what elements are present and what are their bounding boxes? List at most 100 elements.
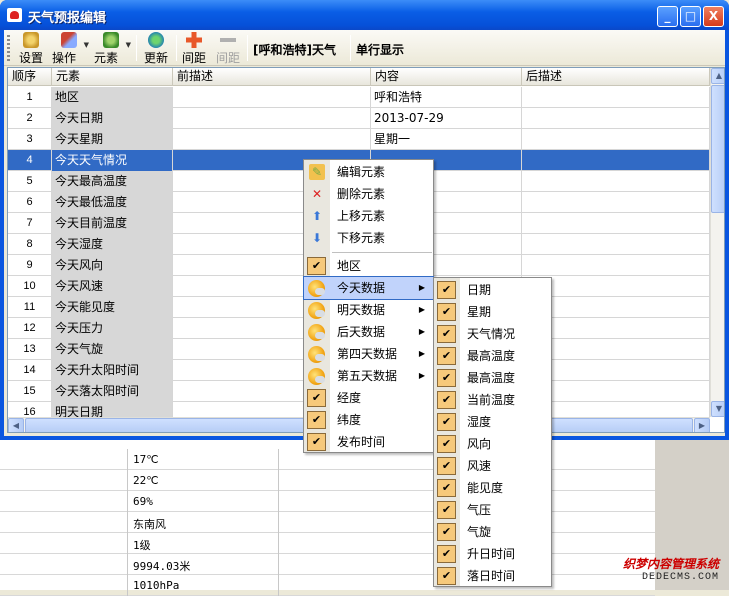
menu-item-day5-data[interactable]: 第五天数据 ▶ — [304, 365, 433, 387]
element-cell[interactable]: 今天升太阳时间 — [52, 360, 173, 381]
row-number-cell[interactable]: 14 — [8, 360, 52, 381]
element-cell[interactable]: 今天日期 — [52, 108, 173, 129]
bg-value: 东南风 — [133, 518, 166, 531]
settings-button[interactable]: 设置 — [18, 32, 44, 65]
suffix-cell[interactable] — [522, 108, 710, 129]
refresh-button[interactable]: 更新 — [142, 32, 170, 65]
suffix-cell[interactable] — [522, 87, 710, 108]
submenu-item[interactable]: ✔ 能见度 — [434, 477, 551, 499]
add-spacing-button[interactable]: 间距 — [180, 32, 208, 65]
row-number-cell[interactable]: 13 — [8, 339, 52, 360]
toolbar-grip-icon[interactable] — [7, 35, 10, 61]
row-number-cell[interactable]: 1 — [8, 87, 52, 108]
element-cell[interactable]: 地区 — [52, 87, 173, 108]
menu-item-today-data[interactable]: 今天数据 ▶ — [303, 276, 434, 300]
submenu-item[interactable]: ✔ 当前温度 — [434, 389, 551, 411]
menu-item-tomorrow-data[interactable]: 明天数据 ▶ — [304, 299, 433, 321]
submenu-item[interactable]: ✔ 风速 — [434, 455, 551, 477]
scroll-down-icon[interactable]: ▼ — [711, 401, 724, 417]
prefix-cell[interactable] — [173, 129, 371, 150]
suffix-cell[interactable] — [522, 171, 710, 192]
prefix-cell[interactable] — [173, 108, 371, 129]
element-cell[interactable]: 今天风速 — [52, 276, 173, 297]
menu-item-publish-time[interactable]: ✔ 发布时间 — [304, 431, 433, 453]
submenu-item[interactable]: ✔ 气压 — [434, 499, 551, 521]
scroll-left-icon[interactable]: ◀ — [8, 418, 24, 432]
column-header-prefix[interactable]: 前描述 — [173, 68, 371, 86]
menu-item-longitude[interactable]: ✔ 经度 — [304, 387, 433, 409]
submenu-item[interactable]: ✔ 日期 — [434, 279, 551, 301]
element-cell[interactable]: 今天最低温度 — [52, 192, 173, 213]
submenu-item[interactable]: ✔ 天气情况 — [434, 323, 551, 345]
row-number-cell[interactable]: 2 — [8, 108, 52, 129]
suffix-cell[interactable] — [522, 150, 710, 171]
prefix-cell[interactable] — [173, 87, 371, 108]
element-button[interactable]: 元素 ▼ — [92, 32, 131, 65]
maximize-button[interactable]: □ — [680, 6, 701, 27]
element-cell[interactable]: 今天能见度 — [52, 297, 173, 318]
table-row[interactable]: 1 地区 呼和浩特 — [8, 87, 710, 108]
menu-item-move-up[interactable]: ⬆ 上移元素 — [304, 205, 433, 227]
content-cell[interactable]: 呼和浩特 — [371, 87, 522, 108]
row-number-cell[interactable]: 15 — [8, 381, 52, 402]
row-number-cell[interactable]: 6 — [8, 192, 52, 213]
menu-item-delete-element[interactable]: ✕ 删除元素 — [304, 183, 433, 205]
submenu-item[interactable]: ✔ 升日时间 — [434, 543, 551, 565]
scroll-thumb[interactable] — [711, 85, 724, 213]
content-cell[interactable]: 2013-07-29 — [371, 108, 522, 129]
menu-item-day4-data[interactable]: 第四天数据 ▶ — [304, 343, 433, 365]
content-cell[interactable]: 星期一 — [371, 129, 522, 150]
row-number-cell[interactable]: 7 — [8, 213, 52, 234]
submenu-item[interactable]: ✔ 星期 — [434, 301, 551, 323]
column-header-order[interactable]: 顺序 — [8, 68, 52, 86]
element-cell[interactable]: 今天天气情况 — [52, 150, 173, 171]
submenu-item[interactable]: ✔ 落日时间 — [434, 565, 551, 587]
element-cell[interactable]: 今天目前温度 — [52, 213, 173, 234]
element-cell[interactable]: 今天压力 — [52, 318, 173, 339]
row-number-cell[interactable]: 10 — [8, 276, 52, 297]
row-number-cell[interactable]: 8 — [8, 234, 52, 255]
scroll-right-icon[interactable]: ▶ — [694, 418, 710, 432]
operate-button[interactable]: 操作 ▼ — [50, 32, 89, 65]
suffix-cell[interactable] — [522, 192, 710, 213]
close-button[interactable]: X — [703, 6, 724, 27]
suffix-cell[interactable] — [522, 234, 710, 255]
submenu-item[interactable]: ✔ 风向 — [434, 433, 551, 455]
table-row[interactable]: 3 今天星期 星期一 — [8, 129, 710, 150]
row-number-cell[interactable]: 9 — [8, 255, 52, 276]
submenu-item[interactable]: ✔ 气旋 — [434, 521, 551, 543]
submenu-item[interactable]: ✔ 最高温度 — [434, 367, 551, 389]
menu-item-move-down[interactable]: ⬇ 下移元素 — [304, 227, 433, 249]
minimize-button[interactable]: _ — [657, 6, 678, 27]
menu-item-day3-data[interactable]: 后天数据 ▶ — [304, 321, 433, 343]
row-number-cell[interactable]: 5 — [8, 171, 52, 192]
suffix-cell[interactable] — [522, 255, 710, 276]
single-line-toggle[interactable]: 单行显示 — [356, 41, 404, 58]
submenu-item[interactable]: ✔ 湿度 — [434, 411, 551, 433]
bg-value: 69% — [133, 495, 153, 508]
element-cell[interactable]: 今天落太阳时间 — [52, 381, 173, 402]
column-header-element[interactable]: 元素 — [52, 68, 173, 86]
row-number-cell[interactable]: 3 — [8, 129, 52, 150]
vertical-scrollbar[interactable]: ▲ ▼ — [710, 68, 724, 417]
column-header-content[interactable]: 内容 — [371, 68, 522, 86]
element-cell[interactable]: 今天星期 — [52, 129, 173, 150]
suffix-cell[interactable] — [522, 213, 710, 234]
remove-spacing-button[interactable]: 间距 — [214, 32, 242, 65]
row-number-cell[interactable]: 12 — [8, 318, 52, 339]
submenu-item[interactable]: ✔ 最高温度 — [434, 345, 551, 367]
menu-item-edit-element[interactable]: ✎ 编辑元素 — [304, 161, 433, 183]
column-header-suffix[interactable]: 后描述 — [522, 68, 710, 86]
titlebar[interactable]: 天气预报编辑 _ □ X — [0, 0, 729, 30]
menu-item-region[interactable]: ✔ 地区 — [304, 255, 433, 277]
menu-item-latitude[interactable]: ✔ 纬度 — [304, 409, 433, 431]
element-cell[interactable]: 今天湿度 — [52, 234, 173, 255]
row-number-cell[interactable]: 4 — [8, 150, 52, 171]
scroll-up-icon[interactable]: ▲ — [711, 68, 724, 84]
element-cell[interactable]: 今天气旋 — [52, 339, 173, 360]
table-row[interactable]: 2 今天日期 2013-07-29 — [8, 108, 710, 129]
element-cell[interactable]: 今天最高温度 — [52, 171, 173, 192]
suffix-cell[interactable] — [522, 129, 710, 150]
row-number-cell[interactable]: 11 — [8, 297, 52, 318]
element-cell[interactable]: 今天风向 — [52, 255, 173, 276]
